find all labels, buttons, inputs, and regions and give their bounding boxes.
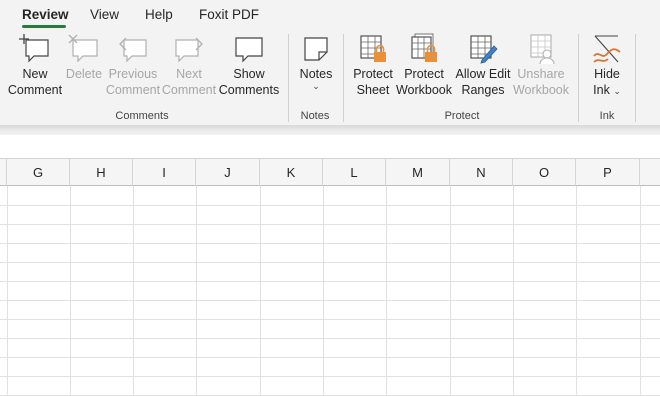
grid-line [513, 186, 514, 396]
grid-line [0, 262, 660, 263]
new-comment-icon [19, 34, 49, 63]
protect-workbook-button[interactable]: Protect Workbook [395, 32, 453, 98]
allow-edit-ranges-label-1: Allow Edit [455, 67, 511, 81]
new-comment-button[interactable]: New Comment [7, 32, 63, 98]
hide-ink-icon [593, 35, 621, 63]
tab-help[interactable]: Help [145, 7, 173, 22]
next-comment-icon [175, 37, 203, 63]
formula-bar-area [0, 135, 660, 159]
active-tab-indicator [22, 25, 66, 28]
column-header-h[interactable]: H [70, 159, 133, 186]
grid-line [386, 186, 387, 396]
grid-line [0, 300, 660, 301]
protect-sheet-label-1: Protect [353, 67, 393, 81]
ribbon-tab-bar: Review View Help Foxit PDF [0, 0, 660, 30]
worksheet-grid[interactable]: G H I J K L M N O P [0, 159, 660, 396]
unshare-workbook-button[interactable]: Unshare Workbook [512, 32, 570, 98]
allow-edit-ranges-button[interactable]: Allow Edit Ranges [454, 32, 512, 98]
protect-workbook-label-1: Protect [404, 67, 444, 81]
grid-line [0, 224, 660, 225]
column-header-row: G H I J K L M N O P [0, 159, 660, 186]
protect-workbook-icon [411, 33, 437, 62]
notes-icon [304, 37, 328, 61]
column-header-partial[interactable] [0, 159, 7, 186]
column-header-g[interactable]: G [7, 159, 70, 186]
group-separator [578, 34, 579, 122]
hide-ink-button[interactable]: Hide Ink ⌄ [586, 32, 628, 98]
hide-ink-label-1: Hide [594, 67, 620, 81]
group-label-notes: Notes [300, 110, 330, 122]
grid-line [7, 186, 8, 396]
protect-sheet-label-2: Sheet [356, 83, 390, 97]
grid-line [133, 186, 134, 396]
new-comment-label-1: New [22, 67, 48, 81]
grid-line [450, 186, 451, 396]
hide-ink-label-2: Ink ⌄ [593, 82, 621, 98]
next-comment-button[interactable]: Next Comment [162, 32, 216, 98]
show-comments-button[interactable]: Show Comments [218, 32, 280, 98]
unshare-workbook-label-1: Unshare [517, 67, 565, 81]
grid-line [0, 243, 660, 244]
chevron-down-icon: ⌄ [312, 81, 320, 91]
delete-label: Delete [65, 67, 103, 81]
next-comment-label-1: Next [176, 67, 202, 81]
previous-comment-label-1: Previous [108, 67, 158, 81]
grid-line [196, 186, 197, 396]
column-header-l[interactable]: L [323, 159, 386, 186]
grid-line [0, 205, 660, 206]
unshare-workbook-icon [530, 34, 555, 65]
group-label-comments: Comments [115, 110, 169, 122]
previous-comment-button[interactable]: Previous Comment [106, 32, 160, 98]
delete-comment-button[interactable]: Delete [63, 32, 105, 82]
notes-label: Notes [299, 67, 333, 81]
show-comments-label-2: Comments [218, 83, 280, 97]
grid-line [0, 357, 660, 358]
hide-ink-label-text: Ink [593, 83, 610, 97]
column-header-o[interactable]: O [513, 159, 576, 186]
group-separator [343, 34, 344, 122]
grid-line [70, 186, 71, 396]
protect-sheet-icon [360, 35, 386, 62]
column-header-m[interactable]: M [386, 159, 450, 186]
grid-line [576, 186, 577, 396]
ribbon: New Comment Delete Previous Comment Next… [0, 30, 660, 126]
previous-comment-label-2: Comment [105, 83, 161, 97]
column-header-n[interactable]: N [450, 159, 513, 186]
grid-line [323, 186, 324, 396]
ribbon-shadow [0, 125, 660, 135]
next-comment-label-2: Comment [161, 83, 217, 97]
delete-comment-icon [68, 34, 98, 63]
chevron-down-icon: ⌄ [613, 86, 621, 96]
new-comment-label-2: Comment [7, 83, 63, 97]
column-header-i[interactable]: I [133, 159, 196, 186]
tab-foxit-pdf[interactable]: Foxit PDF [199, 7, 259, 22]
previous-comment-icon [119, 37, 147, 63]
protect-sheet-button[interactable]: Protect Sheet [350, 32, 396, 98]
allow-edit-ranges-icon [470, 35, 498, 64]
grid-line [0, 376, 660, 377]
allow-edit-ranges-label-2: Ranges [461, 83, 505, 97]
protect-workbook-label-2: Workbook [395, 83, 453, 97]
grid-line [0, 338, 660, 339]
group-separator [288, 34, 289, 122]
column-header-k[interactable]: K [260, 159, 323, 186]
show-comments-label-1: Show [233, 67, 265, 81]
group-separator [635, 34, 636, 122]
unshare-workbook-label-2: Workbook [512, 83, 570, 97]
grid-line [640, 186, 641, 396]
column-header-j[interactable]: J [196, 159, 260, 186]
grid-line [0, 281, 660, 282]
tab-view[interactable]: View [90, 7, 119, 22]
group-label-protect: Protect [444, 110, 480, 122]
grid-line [260, 186, 261, 396]
grid-line [0, 319, 660, 320]
group-label-ink: Ink [599, 110, 615, 122]
notes-button[interactable]: Notes ⌄ [296, 32, 336, 91]
column-header-p[interactable]: P [576, 159, 640, 186]
tab-review[interactable]: Review [22, 7, 69, 22]
show-comments-icon [235, 37, 263, 63]
